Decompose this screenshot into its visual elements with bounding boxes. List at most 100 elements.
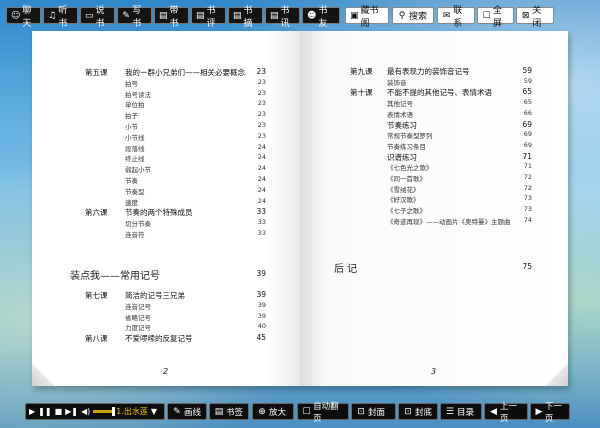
prev-page-button[interactable]: ◀ 上一页 (484, 402, 528, 424)
toc-page: 71 (523, 162, 532, 171)
news-button[interactable]: ▤ 书讯 (265, 6, 300, 29)
lesson-label: 第十课 (350, 88, 373, 98)
toc-title: 拍子 (125, 112, 138, 121)
review-button[interactable]: ▤ 书评 (191, 6, 226, 29)
page-curl-right[interactable] (544, 362, 568, 386)
toc-page: 33 (256, 207, 266, 217)
book-icon: ▤ (196, 10, 205, 21)
toc-title: 节奏 (125, 177, 138, 185)
button-label: 关闭 (532, 5, 542, 29)
toc-page: 65 (522, 87, 532, 97)
lesson-label: 第八课 (85, 334, 108, 344)
button-label: 下一页 (544, 401, 562, 424)
track-dropdown-icon[interactable]: ▼ (151, 407, 157, 416)
contact-button[interactable]: ✉ 联系 (437, 6, 475, 29)
toc-page: 59 (522, 66, 532, 75)
button-label: 目录 (457, 407, 475, 418)
write-button[interactable]: ✎ 写书 (117, 6, 152, 29)
list-icon: ☰ (445, 406, 455, 417)
toc-page: 23 (257, 99, 266, 108)
toc-page: 23 (256, 67, 266, 76)
toc-page: 23 (257, 121, 266, 129)
toc-title: 不爱啰嗦的反复记号 (125, 334, 193, 344)
toc-page: 23 (257, 110, 266, 119)
library-button[interactable]: ▣ 藏书阁 (345, 6, 389, 29)
front-cover-button[interactable]: ⊡ 封面 (351, 403, 396, 420)
carry-button[interactable]: ▤ 带书 (154, 6, 189, 29)
right-page[interactable]: 3 第九课 最有表现力的装饰音记号 59 装饰音 59 第十课 不能不提的其他记号、表情术语… (300, 31, 568, 386)
pen-icon: ✎ (173, 406, 181, 417)
button-label: 封底 (415, 407, 433, 418)
play-icon[interactable]: ▶ (29, 407, 35, 416)
toc-title: 小节 (125, 123, 138, 131)
pen-icon: ✎ (122, 10, 130, 21)
bookmark-button[interactable]: ▤ 书签 (209, 403, 249, 420)
toc-title: 《奇迹再现》——动画片《奥特曼》主题曲 (387, 217, 511, 226)
toc-title: 力度记号 (125, 324, 151, 333)
talk-button[interactable]: ▭ 说书 (80, 6, 115, 29)
excerpt-button[interactable]: ▤ 书摘 (228, 6, 263, 29)
toc-page: 24 (257, 153, 266, 162)
toc-title: 不能不提的其他记号、表情术语 (387, 88, 492, 98)
toc-title: 《雪绒花》 (387, 185, 420, 194)
toc-title: 识谱练习 (387, 152, 417, 162)
toc-page: 39 (257, 300, 266, 309)
zoom-in-icon: ⊕ (258, 406, 266, 417)
button-label: 放大 (269, 407, 287, 418)
draw-line-button[interactable]: ✎ 画线 (167, 403, 207, 420)
toc-title: 速度 (125, 198, 138, 207)
button-label: 书评 (206, 5, 216, 29)
button-label: 书签 (226, 407, 244, 418)
left-page[interactable]: 2 第五课 我的一群小兄弟们——相关必要概念 23 拍号 23 拍号读法 23 单位拍 23 拍子… (32, 31, 300, 386)
listen-button[interactable]: ♫ 听书 (43, 6, 78, 29)
pause-icon[interactable]: ❚❚ (38, 407, 51, 416)
library-icon: ▣ (350, 10, 359, 21)
friends-button[interactable]: ☻ 书友 (302, 6, 340, 29)
button-label: 听书 (58, 5, 68, 29)
next-page-button[interactable]: ▶ 下一页 (530, 402, 570, 424)
toc-page: 24 (257, 142, 266, 151)
button-label: 封面 (368, 407, 386, 418)
toc-page: 59 (523, 76, 532, 85)
button-label: 书讯 (280, 5, 290, 29)
bookmark-icon: ▤ (214, 406, 224, 417)
lesson-label: 第七课 (85, 291, 108, 300)
part-title[interactable]: 后 记 (334, 260, 357, 275)
toc-page: 24 (257, 175, 266, 183)
bottom-toolbar: ▶ ❚❚ ■ ▶❚ ◀) 1.出水莲 ▼ ✎ 画线 ▤ 书签 ⊕ 放大 ☐ 自动翻页 ⊡ 封面 ⊡ 封… (0, 402, 600, 424)
volume-slider[interactable] (93, 407, 116, 416)
toc-title: 连音记号 (125, 302, 151, 311)
top-toolbar: ☺ 聊天 ♫ 听书 ▭ 说书 ✎ 写书 ▤ 带书 ▤ 书评 ▤ 书摘 ▤ 书讯 ☻ 书友 ▣ 藏书阁 ⚲ 搜索 ✉ 联系 ☐ 全屏… (0, 6, 600, 29)
toc-title: 切分节奏 (125, 220, 151, 229)
toc-title: 《好汉歌》 (387, 196, 420, 205)
toc-title: 节奏的两个特殊成员 (125, 208, 193, 218)
track-title: 1.出水莲 (116, 407, 148, 416)
search-button[interactable]: ⚲ 搜索 (392, 7, 434, 24)
fullscreen-button[interactable]: ☐ 全屏 (477, 6, 514, 29)
zoom-in-button[interactable]: ⊕ 放大 (252, 403, 294, 420)
next-track-icon[interactable]: ▶❚ (65, 407, 78, 416)
toc-page: 73 (523, 205, 532, 214)
back-cover-button[interactable]: ⊡ 封底 (398, 403, 438, 420)
toc-button[interactable]: ☰ 目录 (440, 403, 482, 420)
toc-page: 23 (257, 88, 266, 97)
toc-page: 72 (523, 173, 532, 181)
toc-title: 《七色光之歌》 (387, 164, 433, 173)
part-title[interactable]: 装点我——常用记号 (70, 267, 160, 282)
chat-button[interactable]: ☺ 聊天 (6, 6, 41, 29)
toc-title: 简洁的记号三兄弟 (125, 291, 185, 300)
toc-title: 常规节奏型罗列 (387, 132, 433, 141)
auto-flip-button[interactable]: ☐ 自动翻页 (297, 402, 349, 424)
headphone-icon: ♫ (48, 10, 57, 21)
toc-page: 66 (523, 108, 532, 117)
toc-page: 23 (257, 77, 266, 86)
checkbox-icon: ☐ (302, 406, 311, 417)
stop-icon[interactable]: ■ (55, 407, 63, 416)
toc-title: 表情术语 (387, 110, 413, 119)
toc-page: 23 (257, 131, 266, 140)
button-label: 书友 (318, 5, 328, 29)
close-button[interactable]: ⊠ 关闭 (516, 6, 554, 29)
volume-icon[interactable]: ◀) (81, 407, 90, 416)
toc-page: 73 (523, 194, 532, 203)
page-curl-left[interactable] (32, 362, 56, 386)
